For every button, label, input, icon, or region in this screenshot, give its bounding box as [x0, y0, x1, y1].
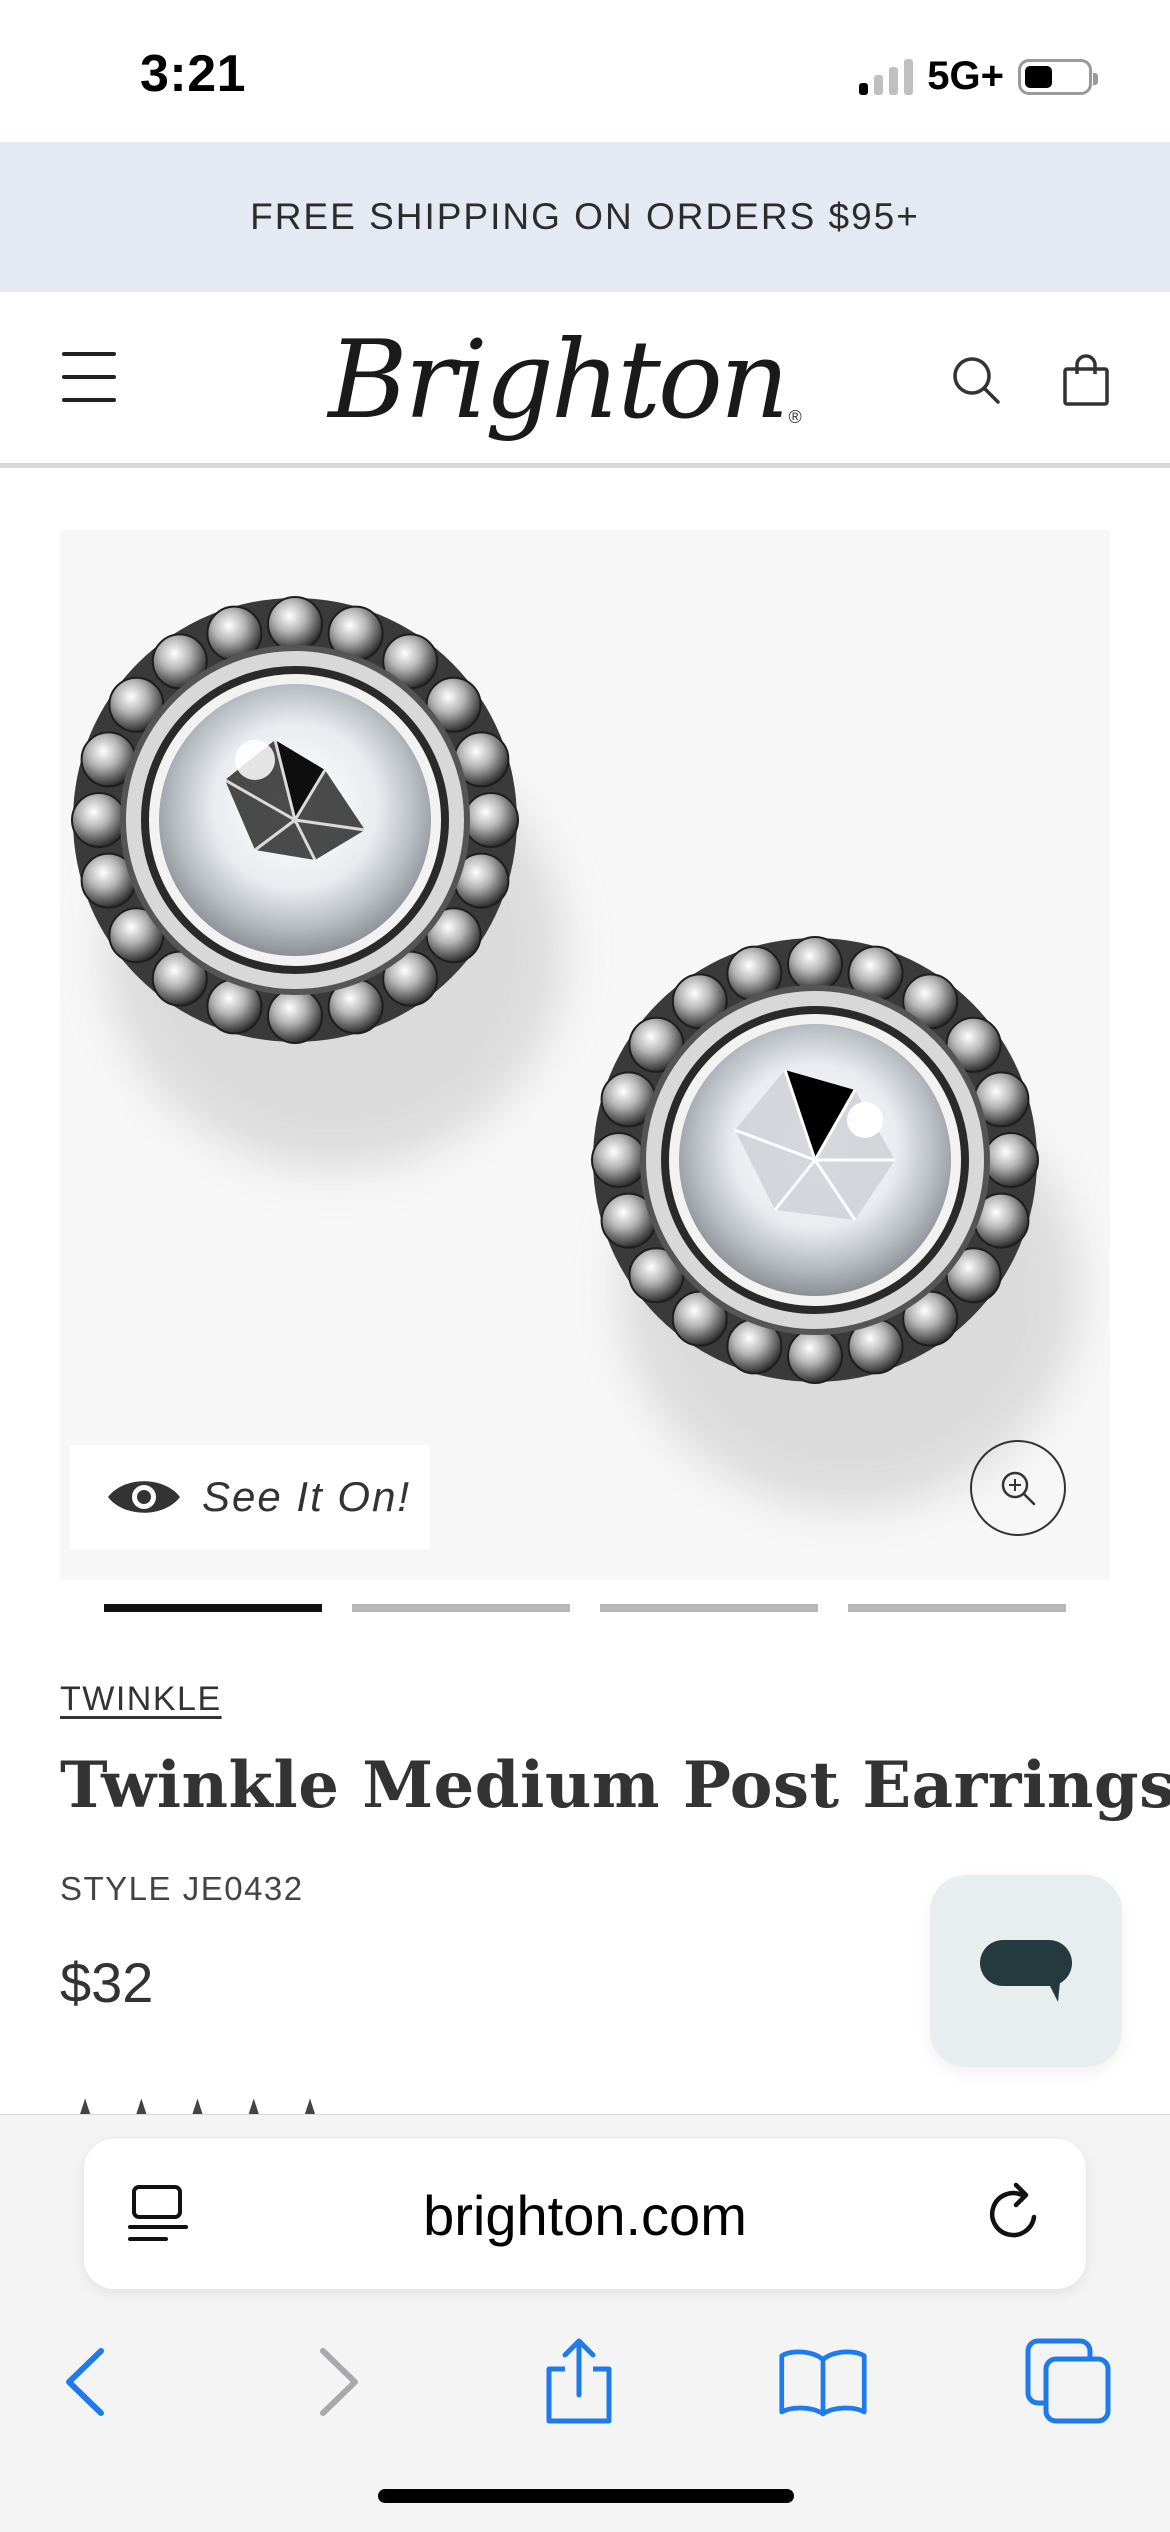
slider-indicator-2[interactable]: [352, 1604, 570, 1612]
status-time: 3:21: [140, 45, 247, 103]
tabs-icon[interactable]: [1024, 2337, 1114, 2427]
reload-icon[interactable]: [982, 2181, 1048, 2247]
slider-indicator-4[interactable]: [848, 1604, 1066, 1612]
status-indicators: 5G+: [859, 54, 1098, 99]
browser-toolbar: brighton.com: [0, 2114, 1170, 2532]
shopping-bag-icon[interactable]: [1058, 352, 1114, 408]
product-title: Twinkle Medium Post Earrings: [60, 1748, 1170, 1823]
rating-stars-icon: ★★★★★: [60, 2092, 341, 2114]
product-image: [71, 596, 1080, 1510]
image-slider-indicators: [104, 1604, 1066, 1614]
battery-icon: [1018, 58, 1098, 95]
product-image-gallery[interactable]: See It On!: [60, 530, 1110, 1580]
forward-icon[interactable]: [294, 2337, 384, 2427]
brand-logo[interactable]: Brighton ®: [328, 316, 801, 446]
network-type: 5G+: [927, 54, 1004, 98]
site-header: Brighton ®: [0, 292, 1170, 468]
slider-indicator-3[interactable]: [600, 1604, 818, 1612]
chat-button[interactable]: [930, 1875, 1122, 2067]
browser-nav-toolbar: [0, 2307, 1170, 2447]
search-icon[interactable]: [948, 352, 1004, 408]
cellular-signal-icon: [859, 58, 914, 95]
promo-banner[interactable]: FREE SHIPPING ON ORDERS $95+: [0, 142, 1170, 292]
slider-indicator-1[interactable]: [104, 1604, 322, 1612]
brand-logo-text: Brighton: [328, 318, 789, 443]
chat-bubble-icon: [980, 1940, 1072, 2002]
status-bar: 3:21 5G+: [0, 0, 1170, 142]
see-it-on-button[interactable]: See It On!: [70, 1445, 430, 1549]
back-icon[interactable]: [40, 2337, 130, 2427]
hamburger-menu-icon[interactable]: [62, 352, 116, 402]
share-icon[interactable]: [534, 2337, 624, 2427]
style-number: STYLE JE0432: [60, 1870, 304, 1907]
see-it-on-label: See It On!: [202, 1473, 412, 1520]
registered-mark: ®: [788, 407, 802, 427]
zoom-in-icon: [1001, 1471, 1036, 1506]
address-bar[interactable]: brighton.com: [84, 2139, 1086, 2289]
product-price: $32: [60, 1951, 154, 2014]
bookmarks-icon[interactable]: [778, 2337, 868, 2427]
url-text: brighton.com: [423, 2184, 747, 2247]
home-indicator: [378, 2489, 794, 2503]
zoom-button[interactable]: [970, 1440, 1066, 1536]
eye-icon: [108, 1481, 180, 1513]
battery-level: [1025, 65, 1052, 88]
collection-link[interactable]: TWINKLE: [60, 1680, 222, 1719]
promo-text: FREE SHIPPING ON ORDERS $95+: [250, 196, 920, 237]
